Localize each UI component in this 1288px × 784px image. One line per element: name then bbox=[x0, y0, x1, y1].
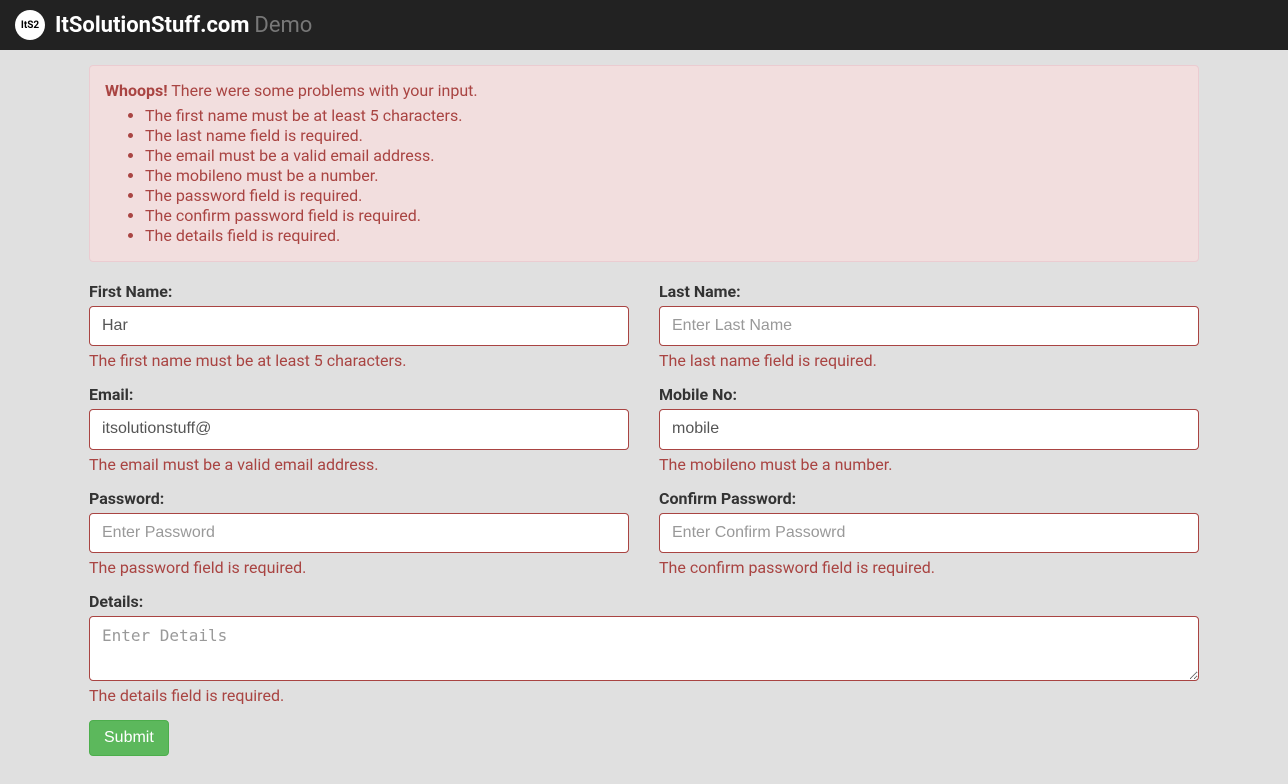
alert-error-list: The first name must be at least 5 charac… bbox=[105, 106, 1183, 246]
password-group: Password: The password field is required… bbox=[74, 489, 644, 577]
last-name-label: Last Name: bbox=[659, 282, 1199, 301]
alert-error-item: The confirm password field is required. bbox=[145, 206, 1183, 226]
alert-error-item: The email must be a valid email address. bbox=[145, 146, 1183, 166]
mobile-label: Mobile No: bbox=[659, 385, 1199, 404]
alert-error-item: The first name must be at least 5 charac… bbox=[145, 106, 1183, 126]
brand-demo-label: Demo bbox=[254, 13, 312, 38]
alert-error-item: The details field is required. bbox=[145, 226, 1183, 246]
submit-button[interactable]: Submit bbox=[89, 720, 169, 756]
confirm-password-input[interactable] bbox=[659, 513, 1199, 553]
last-name-input[interactable] bbox=[659, 306, 1199, 346]
email-error: The email must be a valid email address. bbox=[89, 455, 629, 474]
last-name-error: The last name field is required. bbox=[659, 351, 1199, 370]
mobile-group: Mobile No: The mobileno must be a number… bbox=[644, 385, 1214, 473]
first-name-input[interactable] bbox=[89, 306, 629, 346]
email-group: Email: The email must be a valid email a… bbox=[74, 385, 644, 473]
password-input[interactable] bbox=[89, 513, 629, 553]
email-label: Email: bbox=[89, 385, 629, 404]
first-name-error: The first name must be at least 5 charac… bbox=[89, 351, 629, 370]
alert-error-item: The last name field is required. bbox=[145, 126, 1183, 146]
alert-error-item: The mobileno must be a number. bbox=[145, 166, 1183, 186]
confirm-password-group: Confirm Password: The confirm password f… bbox=[644, 489, 1214, 577]
confirm-password-error: The confirm password field is required. bbox=[659, 558, 1199, 577]
brand-logo-text: ItS2 bbox=[21, 20, 39, 31]
details-error: The details field is required. bbox=[89, 686, 1199, 705]
password-error: The password field is required. bbox=[89, 558, 629, 577]
details-group: Details: The details field is required. bbox=[74, 592, 1214, 705]
password-label: Password: bbox=[89, 489, 629, 508]
first-name-group: First Name: The first name must be at le… bbox=[74, 282, 644, 370]
form: First Name: The first name must be at le… bbox=[74, 282, 1214, 756]
mobile-error: The mobileno must be a number. bbox=[659, 455, 1199, 474]
alert-message: There were some problems with your input… bbox=[171, 81, 477, 100]
brand-logo-icon: ItS2 bbox=[15, 10, 45, 40]
validation-alert: Whoops! There were some problems with yo… bbox=[89, 65, 1199, 262]
navbar: ItS2 ItSolutionStuff.com Demo bbox=[0, 0, 1288, 50]
email-input[interactable] bbox=[89, 409, 629, 449]
confirm-password-label: Confirm Password: bbox=[659, 489, 1199, 508]
first-name-label: First Name: bbox=[89, 282, 629, 301]
details-label: Details: bbox=[89, 592, 1199, 611]
details-textarea[interactable] bbox=[89, 616, 1199, 681]
alert-heading: Whoops! bbox=[105, 81, 168, 100]
brand-title: ItSolutionStuff.com bbox=[55, 13, 249, 38]
alert-error-item: The password field is required. bbox=[145, 186, 1183, 206]
main-container: Whoops! There were some problems with yo… bbox=[74, 50, 1214, 771]
last-name-group: Last Name: The last name field is requir… bbox=[644, 282, 1214, 370]
mobile-input[interactable] bbox=[659, 409, 1199, 449]
